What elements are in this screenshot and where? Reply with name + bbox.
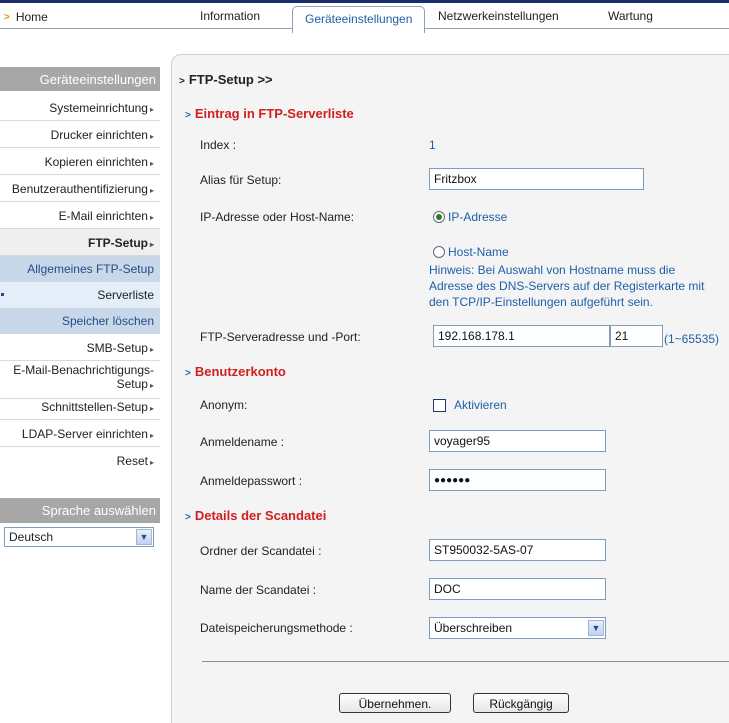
scan-folder-input[interactable]: ST950032-5AS-07 (429, 539, 606, 561)
host-label: IP-Adresse oder Host-Name: (200, 210, 355, 224)
sidebar-item-label: FTP-Setup (87, 236, 148, 250)
chevron-right-icon: ▸ (149, 105, 154, 114)
anonymous-checkbox[interactable]: Aktivieren (433, 398, 507, 412)
section-title: Benutzerkonto (194, 364, 286, 379)
index-label: Index : (200, 138, 237, 152)
sidebar-item-ldap-setup[interactable]: LDAP-Server einrichten ▸ (0, 420, 160, 447)
chevron-right-icon: > (179, 76, 185, 87)
sidebar-subitem-clear-memory[interactable]: Speicher löschen (0, 308, 160, 334)
section-user-account: > Benutzerkonto (185, 364, 286, 379)
chevron-right-icon: ▸ (149, 186, 154, 195)
sidebar-item-label: Kopieren einrichten (44, 155, 148, 169)
save-method-value: Überschreiben (434, 621, 513, 635)
chevron-right-icon: > (185, 368, 191, 379)
sidebar-subitem-general-ftp[interactable]: Allgemeines FTP-Setup (0, 256, 160, 282)
chevron-right-icon: ▸ (149, 240, 154, 249)
sidebar-item-label: Benutzerauthentifizierung (11, 182, 148, 196)
sidebar-header: Geräteeinstellungen (0, 67, 160, 91)
checkbox-icon (433, 398, 446, 412)
login-name-input[interactable]: voyager95 (429, 430, 606, 452)
save-method-select[interactable]: Überschreiben ▼ (429, 617, 606, 639)
server-address-input[interactable]: 192.168.178.1 (433, 325, 610, 347)
radio-ip-address[interactable]: IP-Adresse (433, 210, 507, 224)
chevron-right-icon: ▸ (149, 404, 154, 413)
sidebar-item-email-setup[interactable]: E-Mail einrichten ▸ (0, 202, 160, 229)
language-header: Sprache auswählen (0, 498, 160, 523)
chevron-down-icon[interactable]: ▼ (136, 529, 152, 545)
radio-selected-icon (433, 211, 445, 223)
sidebar-item-ftp-setup[interactable]: FTP-Setup ▸ (0, 229, 160, 256)
chevron-right-icon: > (4, 11, 10, 23)
radio-ip-label: IP-Adresse (448, 210, 508, 224)
bullet-icon (1, 293, 4, 296)
chevron-down-icon[interactable]: ▼ (588, 620, 604, 636)
chevron-right-icon: ▸ (149, 213, 154, 222)
top-navigation: > Home Information Geräteeinstellungen N… (0, 3, 729, 33)
breadcrumb: > FTP-Setup >> (179, 72, 273, 87)
anonymous-label: Anonym: (200, 398, 248, 412)
sidebar-item-user-authentication[interactable]: Benutzerauthentifizierung ▸ (0, 175, 160, 202)
tab-information[interactable]: Information (200, 9, 260, 23)
password-label: Anmeldepasswort : (200, 474, 303, 488)
chevron-right-icon: ▸ (149, 159, 154, 168)
password-input[interactable]: ●●●●●● (429, 469, 606, 491)
filename-label: Name der Scandatei : (200, 583, 317, 597)
tab-device-settings[interactable]: Geräteeinstellungen (292, 6, 426, 33)
radio-host-label: Host-Name (448, 245, 509, 259)
sidebar-item-reset[interactable]: Reset ▸ (0, 447, 160, 474)
chevron-right-icon: ▸ (149, 431, 154, 440)
port-range-hint: (1~65535) (664, 332, 720, 346)
sidebar-item-label: E-Mail einrichten (58, 209, 148, 223)
alias-label: Alias für Setup: (200, 173, 282, 187)
sidebar-item-label: SMB-Setup (86, 341, 148, 355)
sidebar-item-label: Reset (116, 454, 148, 468)
alias-input[interactable]: Fritzbox (429, 168, 644, 190)
tab-network-settings[interactable]: Netzwerkeinstellungen (438, 9, 559, 23)
home-label: Home (15, 10, 48, 24)
chevron-right-icon: > (185, 512, 191, 523)
login-label: Anmeldename : (200, 435, 285, 449)
sidebar-item-copy-setup[interactable]: Kopieren einrichten ▸ (0, 148, 160, 175)
folder-label: Ordner der Scandatei : (200, 544, 322, 558)
chevron-right-icon: ▸ (149, 458, 154, 467)
sidebar-item-label: Systemeinrichtung (49, 101, 148, 115)
sidebar-item-smb-setup[interactable]: SMB-Setup ▸ (0, 334, 160, 361)
apply-button[interactable]: Übernehmen. (339, 693, 451, 713)
chevron-right-icon: > (185, 110, 191, 121)
server-label: FTP-Serveradresse und -Port: (200, 330, 361, 344)
sidebar-item-system-setup[interactable]: Systemeinrichtung ▸ (0, 94, 160, 121)
chevron-right-icon: ▸ (149, 345, 154, 354)
language-select[interactable]: Deutsch ▼ (4, 527, 154, 547)
breadcrumb-text: FTP-Setup >> (188, 72, 273, 87)
section-scan-file-details: > Details der Scandatei (185, 508, 326, 523)
tab-maintenance[interactable]: Wartung (608, 9, 653, 23)
sidebar-item-label: LDAP-Server einrichten (21, 427, 148, 441)
sidebar-item-label: Drucker einrichten (50, 128, 148, 142)
sidebar-item-label: E-Mail-Benachrichtigungs-Setup (13, 363, 154, 391)
radio-host-name[interactable]: Host-Name (433, 245, 509, 259)
hostname-hint: Hinweis: Bei Auswahl von Hostname muss d… (429, 263, 705, 309)
server-port-input[interactable]: 21 (610, 325, 663, 347)
index-value: 1 (429, 138, 436, 152)
sidebar-item-printer-setup[interactable]: Drucker einrichten ▸ (0, 121, 160, 148)
sidebar-item-interface-setup[interactable]: Schnittstellen-Setup ▸ (0, 393, 160, 420)
language-select-value: Deutsch (9, 530, 54, 544)
radio-unselected-icon (433, 246, 445, 258)
sidebar-subitem-server-list[interactable]: Serverliste (0, 282, 160, 308)
section-title: Eintrag in FTP-Serverliste (194, 106, 354, 121)
section-ftp-server-entry: > Eintrag in FTP-Serverliste (185, 106, 354, 121)
scan-filename-input[interactable]: DOC (429, 578, 606, 600)
checkbox-label: Aktivieren (454, 398, 507, 412)
chevron-right-icon: ▸ (149, 381, 154, 390)
sidebar-item-label: Schnittstellen-Setup (41, 400, 148, 414)
method-label: Dateispeicherungsmethode : (200, 621, 353, 635)
home-link[interactable]: > Home (4, 10, 48, 24)
section-title: Details der Scandatei (194, 508, 327, 523)
divider (202, 661, 729, 662)
undo-button[interactable]: Rückgängig (473, 693, 569, 713)
sidebar-subitem-label: Serverliste (97, 288, 154, 302)
chevron-right-icon: ▸ (149, 132, 154, 141)
